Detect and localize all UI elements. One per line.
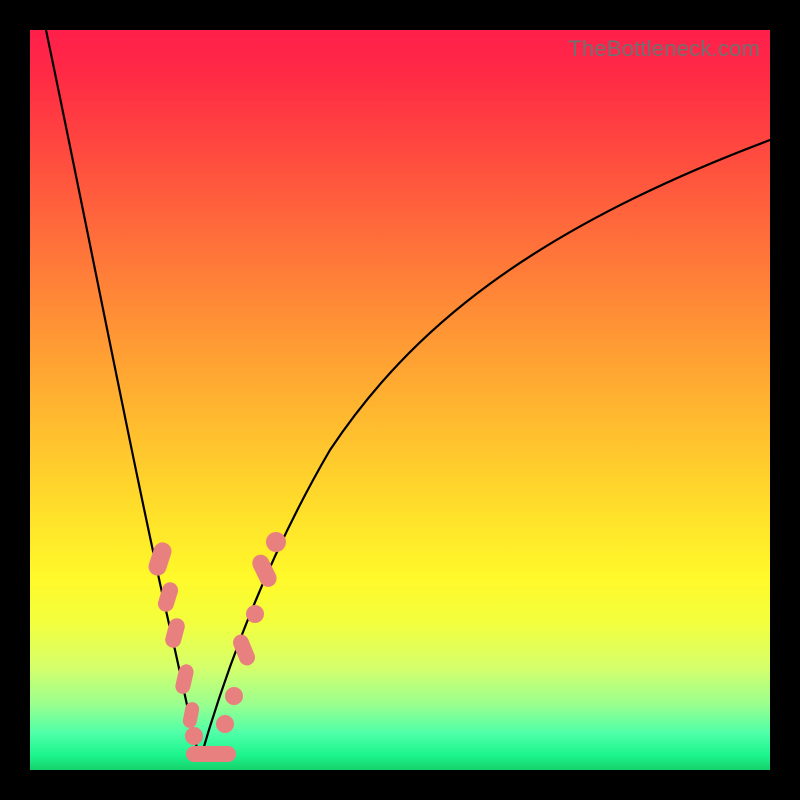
chart-frame: TheBottleneck.com xyxy=(0,0,800,800)
curve-right-branch xyxy=(200,140,770,760)
marker-group xyxy=(146,532,286,762)
marker-lozenge xyxy=(182,701,201,729)
marker-lozenge xyxy=(174,663,195,696)
marker-dot xyxy=(185,727,203,745)
marker-dot xyxy=(225,687,243,705)
curve-left-branch xyxy=(46,30,200,760)
marker-bar xyxy=(186,746,236,762)
plot-area: TheBottleneck.com xyxy=(30,30,770,770)
marker-lozenge xyxy=(231,632,258,668)
marker-lozenge xyxy=(163,616,186,649)
marker-dot xyxy=(246,605,264,623)
marker-lozenge xyxy=(146,540,174,578)
marker-dot xyxy=(216,715,234,733)
marker-dot xyxy=(266,532,286,552)
curve-layer xyxy=(30,30,770,770)
